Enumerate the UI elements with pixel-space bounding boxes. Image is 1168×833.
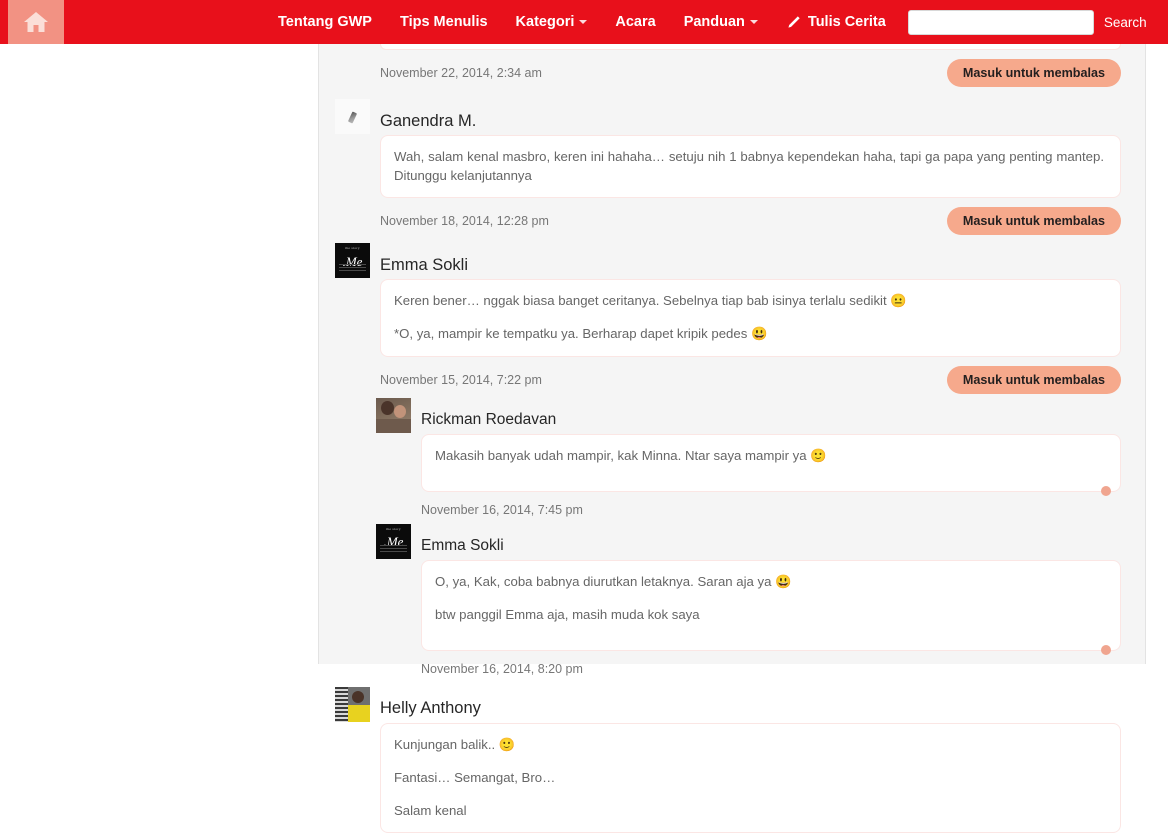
comment-thread-item: Helly Anthony Kunjungan balik.. 🙂 Fantas… [319, 686, 1145, 833]
comment-bubble: Keren bener… nggak biasa banget ceritany… [380, 279, 1121, 357]
pencil-icon [786, 15, 801, 30]
comment-bubble: Kunjungan balik.. 🙂 Fantasi… Semangat, B… [380, 722, 1121, 833]
chevron-down-icon [749, 20, 758, 24]
comment-timestamp: November 15, 2014, 7:22 pm [380, 372, 542, 387]
comment-timestamp: November 16, 2014, 7:45 pm [421, 503, 583, 518]
comment-paragraph: Makasih banyak udah mampir, kak Minna. N… [435, 447, 827, 463]
comment-bubble: O, ya, Kak, coba babnya diurutkan letakn… [421, 559, 1121, 655]
nav-item-tulis-cerita[interactable]: Tulis Cerita [772, 0, 900, 44]
comment-footer: November 16, 2014, 8:20 pm [376, 651, 1121, 679]
nav-search: Search [907, 0, 1159, 44]
comment-header: Ganendra M. [335, 99, 1121, 134]
comment-bubble: Makasih banyak udah mampir, kak Minna. N… [421, 433, 1121, 496]
comments-content-column: November 22, 2014, 2:34 am Masuk untuk m… [318, 44, 1146, 833]
comment-paragraph: Kunjungan balik.. 🙂 [394, 736, 516, 752]
avatar: the story .Me [376, 523, 411, 559]
avatar-texture [339, 264, 366, 274]
avatar: the story .Me [335, 243, 370, 279]
nav-item-tips-menulis[interactable]: Tips Menulis [386, 0, 502, 44]
avatar-shape-body [376, 418, 411, 433]
nav-item-kategori[interactable]: Kategori [502, 0, 602, 44]
avatar [376, 397, 411, 433]
top-navigation-bar: Tentang GWP Tips Menulis Kategori Acara … [0, 0, 1168, 44]
comment-paragraph: Salam kenal [394, 803, 467, 819]
comment-paragraph: O, ya, Kak, coba babnya diurutkan letakn… [435, 573, 792, 589]
comment-reply-item: the story .Me Emma Sokli O, ya, Kak, cob… [319, 523, 1145, 679]
comment-thread-item: the story .Me Emma Sokli Keren bener… ng… [319, 243, 1145, 394]
comment-footer: November 22, 2014, 2:34 am Masuk untuk m… [335, 50, 1121, 87]
reply-button[interactable]: Masuk untuk membalas [946, 59, 1121, 87]
avatar-caption-top: the story [345, 246, 360, 251]
avatar-texture [380, 544, 407, 554]
avatar-texture [335, 686, 348, 722]
comment-author: Emma Sokli [380, 255, 469, 274]
avatar-shape-head [381, 400, 394, 415]
comment-header: Helly Anthony [335, 686, 1121, 722]
comment-timestamp: November 22, 2014, 2:34 am [380, 66, 542, 80]
comment-footer: November 15, 2014, 7:22 pm Masuk untuk m… [335, 357, 1121, 394]
nav-item-label: Panduan [683, 14, 745, 30]
nav-item-tentang-gwp[interactable]: Tentang GWP [264, 0, 386, 44]
home-button[interactable] [8, 0, 64, 44]
avatar-shape-face [352, 690, 364, 703]
home-icon [23, 10, 49, 34]
avatar-shape-shirt [348, 704, 370, 722]
comment-paragraph: Wah, salam kenal masbro, keren ini hahah… [394, 149, 1104, 184]
comment-reply-item: Rickman Roedavan Makasih banyak udah mam… [319, 397, 1145, 520]
comment-paragraph: *O, ya, mampir ke tempatku ya. Berharap … [394, 326, 768, 342]
comment-author: Rickman Roedavan [421, 411, 557, 429]
nav-item-acara[interactable]: Acara [601, 0, 669, 44]
comment-paragraph: Fantasi… Semangat, Bro… [394, 770, 556, 786]
avatar-caption-top: the story [386, 526, 401, 531]
comment-author: Emma Sokli [421, 537, 504, 555]
avatar-shape-child [394, 404, 406, 418]
nav-links: Tentang GWP Tips Menulis Kategori Acara … [264, 0, 900, 44]
avatar [335, 99, 370, 134]
nav-item-label: Tulis Cerita [807, 14, 886, 30]
comment-bubble: Wah, salam kenal masbro, keren ini hahah… [380, 135, 1121, 199]
comment-author: Ganendra M. [380, 111, 477, 130]
nav-item-label: Kategori [515, 14, 575, 30]
comment-footer: November 18, 2014, 12:28 pm Masuk untuk … [335, 198, 1121, 236]
comment-paragraph: btw panggil Emma aja, masih muda kok say… [435, 606, 700, 622]
comment-timestamp: November 16, 2014, 8:20 pm [421, 662, 583, 677]
reply-button[interactable]: Masuk untuk membalas [946, 207, 1121, 236]
search-button[interactable]: Search [1094, 0, 1159, 44]
reply-indicator-dot [1101, 485, 1111, 496]
nav-item-label: Tentang GWP [278, 14, 372, 30]
nav-item-label: Acara [615, 14, 656, 30]
avatar [335, 686, 370, 722]
comment-timestamp: November 18, 2014, 12:28 pm [380, 214, 549, 229]
comment-footer: November 16, 2014, 7:45 pm [376, 492, 1121, 520]
reply-indicator-dot [1101, 644, 1111, 655]
comment-header: Rickman Roedavan [376, 397, 1121, 433]
comment-paragraph: Keren bener… nggak biasa banget ceritany… [394, 293, 907, 309]
comment-author: Helly Anthony [380, 699, 481, 718]
comment-thread-item: Ganendra M. Wah, salam kenal masbro, ker… [319, 99, 1145, 236]
search-input[interactable] [907, 9, 1094, 35]
page-body: November 22, 2014, 2:34 am Masuk untuk m… [0, 44, 1168, 833]
comment-header: the story .Me Emma Sokli [376, 523, 1121, 559]
nav-item-panduan[interactable]: Panduan [670, 0, 772, 44]
comment-partial-top: November 22, 2014, 2:34 am Masuk untuk m… [319, 44, 1145, 87]
nav-item-label: Tips Menulis [399, 14, 488, 30]
comment-header: the story .Me Emma Sokli [335, 243, 1121, 279]
chevron-down-icon [579, 20, 588, 24]
reply-button[interactable]: Masuk untuk membalas [946, 365, 1121, 394]
